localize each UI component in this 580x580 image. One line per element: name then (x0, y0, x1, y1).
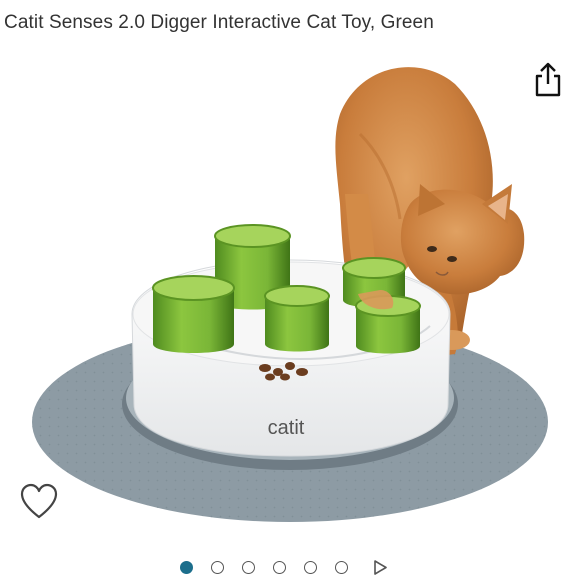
carousel-dot[interactable] (304, 561, 317, 574)
carousel-dot[interactable] (273, 561, 286, 574)
catit-logo: catit (268, 417, 305, 439)
product-image-viewer: Catit Senses 2.0 Digger Interactive Cat … (0, 0, 580, 580)
image-carousel-dots (180, 558, 410, 580)
play-triangle-icon[interactable] (372, 559, 388, 576)
product-image[interactable]: catit (0, 44, 580, 544)
heart-outline-icon[interactable] (18, 482, 60, 522)
carousel-dot[interactable] (242, 561, 255, 574)
product-title: Catit Senses 2.0 Digger Interactive Cat … (4, 12, 434, 33)
carousel-dot[interactable] (335, 561, 348, 574)
share-icon[interactable] (530, 58, 566, 102)
green-cup (152, 275, 235, 353)
carousel-dot[interactable] (211, 561, 224, 574)
green-cup (264, 285, 330, 352)
carousel-dot[interactable] (180, 561, 193, 574)
